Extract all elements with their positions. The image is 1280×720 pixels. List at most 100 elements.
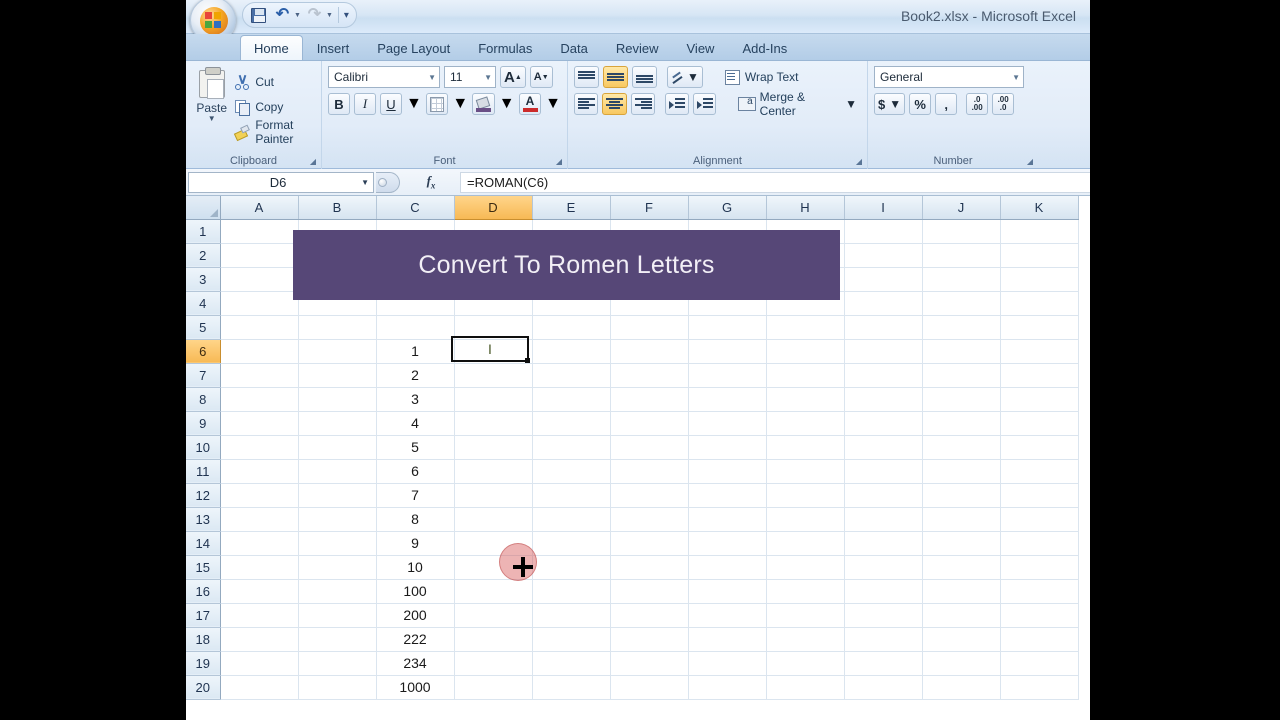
cell-A1[interactable] [220,219,299,244]
format-painter-button[interactable]: Format Painter [231,118,315,146]
cell-A15[interactable] [220,555,299,580]
cell-A3[interactable] [220,267,299,292]
cell-H11[interactable] [766,459,845,484]
cell-E5[interactable] [532,315,611,340]
tab-add-ins[interactable]: Add-Ins [728,35,801,60]
column-header-c[interactable]: C [376,196,455,220]
cell-F20[interactable] [610,675,689,700]
cell-F15[interactable] [610,555,689,580]
title-banner[interactable]: Convert To Romen Letters [293,230,840,300]
cell-K18[interactable] [1000,627,1079,652]
cell-E6[interactable] [532,339,611,364]
cell-C6[interactable]: 1 [376,339,455,364]
paste-dropdown-icon[interactable]: ▼ [208,114,216,123]
select-all-corner[interactable] [186,196,221,220]
cell-H6[interactable] [766,339,845,364]
column-header-k[interactable]: K [1000,196,1079,220]
cell-C7[interactable]: 2 [376,363,455,388]
cell-C18[interactable]: 222 [376,627,455,652]
cell-C9[interactable]: 4 [376,411,455,436]
cell-B8[interactable] [298,387,377,412]
row-header-4[interactable]: 4 [186,291,221,316]
cell-K1[interactable] [1000,219,1079,244]
cell-K6[interactable] [1000,339,1079,364]
cell-K14[interactable] [1000,531,1079,556]
cell-I20[interactable] [844,675,923,700]
cell-F8[interactable] [610,387,689,412]
fill-handle[interactable] [525,358,530,363]
cell-K8[interactable] [1000,387,1079,412]
cell-I19[interactable] [844,651,923,676]
fill-color-dropdown-icon[interactable]: ▼ [499,95,515,113]
cell-A5[interactable] [220,315,299,340]
cell-J20[interactable] [922,675,1001,700]
cell-J8[interactable] [922,387,1001,412]
bold-button[interactable]: B [328,93,350,115]
cell-H5[interactable] [766,315,845,340]
cell-K17[interactable] [1000,603,1079,628]
cell-A17[interactable] [220,603,299,628]
row-header-5[interactable]: 5 [186,315,221,340]
cell-H12[interactable] [766,483,845,508]
cell-I4[interactable] [844,291,923,316]
cell-J4[interactable] [922,291,1001,316]
cell-E7[interactable] [532,363,611,388]
cell-I18[interactable] [844,627,923,652]
cell-I9[interactable] [844,411,923,436]
cell-C14[interactable]: 9 [376,531,455,556]
cell-J16[interactable] [922,579,1001,604]
cell-A16[interactable] [220,579,299,604]
cell-F6[interactable] [610,339,689,364]
cell-C20[interactable]: 1000 [376,675,455,700]
cell-B12[interactable] [298,483,377,508]
cell-I15[interactable] [844,555,923,580]
copy-button[interactable]: Copy [231,94,315,119]
cell-D18[interactable] [454,627,533,652]
name-box[interactable]: D6 ▼ [188,171,374,193]
cell-E17[interactable] [532,603,611,628]
align-right-button[interactable] [630,93,656,115]
cell-J14[interactable] [922,531,1001,556]
cell-I14[interactable] [844,531,923,556]
cell-G14[interactable] [688,531,767,556]
merge-center-button[interactable]: Merge & Center ▼ [734,90,861,118]
cell-B7[interactable] [298,363,377,388]
cell-K16[interactable] [1000,579,1079,604]
row-header-2[interactable]: 2 [186,243,221,268]
align-top-button[interactable] [574,66,599,88]
cell-G7[interactable] [688,363,767,388]
row-header-9[interactable]: 9 [186,411,221,436]
cell-I12[interactable] [844,483,923,508]
cell-J19[interactable] [922,651,1001,676]
cell-E10[interactable] [532,435,611,460]
cell-H13[interactable] [766,507,845,532]
cell-J12[interactable] [922,483,1001,508]
number-dialog-launcher-icon[interactable]: ◢ [1025,156,1035,166]
cell-I6[interactable] [844,339,923,364]
cell-B15[interactable] [298,555,377,580]
cell-I10[interactable] [844,435,923,460]
cell-F10[interactable] [610,435,689,460]
cell-A7[interactable] [220,363,299,388]
customize-qat-icon[interactable]: ▾ [344,10,349,21]
grow-font-button[interactable]: A ▲ [500,66,526,88]
cell-D7[interactable] [454,363,533,388]
cell-C12[interactable]: 7 [376,483,455,508]
comma-button[interactable]: , [935,93,958,115]
cell-A8[interactable] [220,387,299,412]
font-dialog-launcher-icon[interactable]: ◢ [554,156,564,166]
cell-F16[interactable] [610,579,689,604]
cell-D17[interactable] [454,603,533,628]
cell-J9[interactable] [922,411,1001,436]
cell-G15[interactable] [688,555,767,580]
cell-H14[interactable] [766,531,845,556]
cell-I13[interactable] [844,507,923,532]
cell-B14[interactable] [298,531,377,556]
formula-input[interactable]: =ROMAN(C6) [460,171,1090,193]
cell-K15[interactable] [1000,555,1079,580]
cell-B10[interactable] [298,435,377,460]
cell-B16[interactable] [298,579,377,604]
cell-F14[interactable] [610,531,689,556]
cell-D12[interactable] [454,483,533,508]
cell-J3[interactable] [922,267,1001,292]
